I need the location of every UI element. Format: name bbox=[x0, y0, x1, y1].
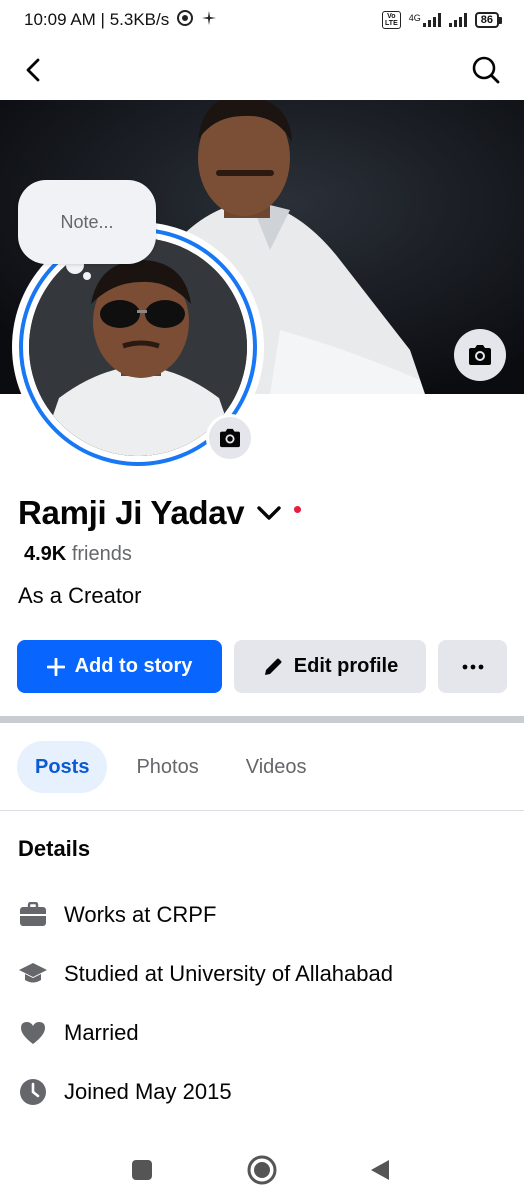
edit-profile-picture-button[interactable] bbox=[206, 414, 254, 462]
status-time-speed: 10:09 AM | 5.3KB/s bbox=[24, 10, 170, 29]
tab-videos[interactable]: Videos bbox=[228, 741, 325, 793]
note-bubble-tail-small bbox=[83, 272, 91, 280]
section-divider bbox=[0, 716, 524, 723]
detail-education-text: Studied at University of Allahabad bbox=[64, 961, 393, 986]
home-circle-icon bbox=[247, 1155, 277, 1185]
camera-icon bbox=[469, 345, 491, 365]
home-button[interactable] bbox=[240, 1148, 284, 1192]
detail-joined: Joined May 2015 bbox=[18, 1077, 232, 1107]
tabs-divider bbox=[0, 810, 524, 811]
notification-dot bbox=[294, 505, 302, 513]
note-placeholder: Note... bbox=[60, 211, 114, 232]
chevron-down-icon[interactable] bbox=[256, 504, 282, 522]
system-nav-bar bbox=[0, 1140, 524, 1200]
add-to-story-label: Add to story bbox=[74, 655, 193, 677]
battery-icon: 86 bbox=[474, 12, 502, 28]
recents-button[interactable] bbox=[120, 1148, 164, 1192]
profile-name: Ramji Ji Yadav bbox=[18, 494, 245, 531]
friends-label: friends bbox=[71, 543, 132, 565]
detail-joined-text: Joined May 2015 bbox=[64, 1079, 232, 1104]
battery-level: 86 bbox=[474, 12, 499, 28]
chrome-icon bbox=[177, 9, 194, 31]
detail-work: Works at CRPF bbox=[18, 900, 216, 930]
clock-icon bbox=[18, 1077, 48, 1107]
activity-icon bbox=[201, 10, 217, 31]
status-right: Vo LTE 4G 86 bbox=[382, 11, 502, 29]
square-icon bbox=[132, 1160, 152, 1180]
pencil-icon bbox=[264, 658, 282, 675]
tab-posts[interactable]: Posts bbox=[17, 741, 108, 793]
volte-badge: Vo LTE bbox=[382, 11, 401, 29]
ellipsis-icon bbox=[462, 664, 483, 669]
add-to-story-button[interactable]: Add to story bbox=[17, 640, 222, 693]
search-icon bbox=[472, 56, 500, 84]
profile-bio: As a Creator bbox=[18, 583, 142, 608]
edit-profile-button[interactable]: Edit profile bbox=[234, 640, 426, 693]
profile-name-row: Ramji Ji Yadav bbox=[18, 494, 302, 532]
back-button[interactable] bbox=[12, 48, 56, 92]
graduation-cap-icon bbox=[18, 959, 48, 989]
system-back-button[interactable] bbox=[358, 1148, 402, 1192]
edit-profile-label: Edit profile bbox=[293, 655, 399, 677]
tab-photos[interactable]: Photos bbox=[118, 741, 216, 793]
friends-number: 4.9K bbox=[24, 543, 67, 565]
more-options-button[interactable] bbox=[438, 640, 507, 693]
network-type: 4G bbox=[408, 13, 421, 23]
status-left: 10:09 AM | 5.3KB/s bbox=[24, 9, 217, 31]
detail-relationship-text: Married bbox=[64, 1020, 139, 1045]
note-bubble[interactable]: Note... bbox=[18, 180, 156, 264]
friends-count[interactable]: 4.9K friends bbox=[24, 543, 132, 566]
status-bar: 10:09 AM | 5.3KB/s Vo LTE 4G 86 bbox=[0, 0, 524, 40]
top-nav bbox=[0, 44, 524, 94]
edit-cover-photo-button[interactable] bbox=[454, 329, 506, 381]
detail-work-text: Works at CRPF bbox=[64, 902, 217, 927]
detail-education: Studied at University of Allahabad bbox=[18, 959, 393, 989]
detail-relationship: Married bbox=[18, 1018, 139, 1048]
signal-icon bbox=[448, 13, 467, 27]
camera-icon bbox=[220, 428, 240, 448]
search-button[interactable] bbox=[464, 48, 508, 92]
plus-icon bbox=[46, 657, 65, 676]
briefcase-icon bbox=[18, 900, 48, 930]
signal-4g-icon: 4G bbox=[409, 13, 441, 27]
chevron-left-icon bbox=[26, 58, 40, 82]
details-heading: Details bbox=[18, 836, 91, 861]
triangle-back-icon bbox=[371, 1160, 389, 1180]
profile-tabs: Posts Photos Videos bbox=[17, 741, 336, 793]
heart-icon bbox=[18, 1018, 48, 1048]
